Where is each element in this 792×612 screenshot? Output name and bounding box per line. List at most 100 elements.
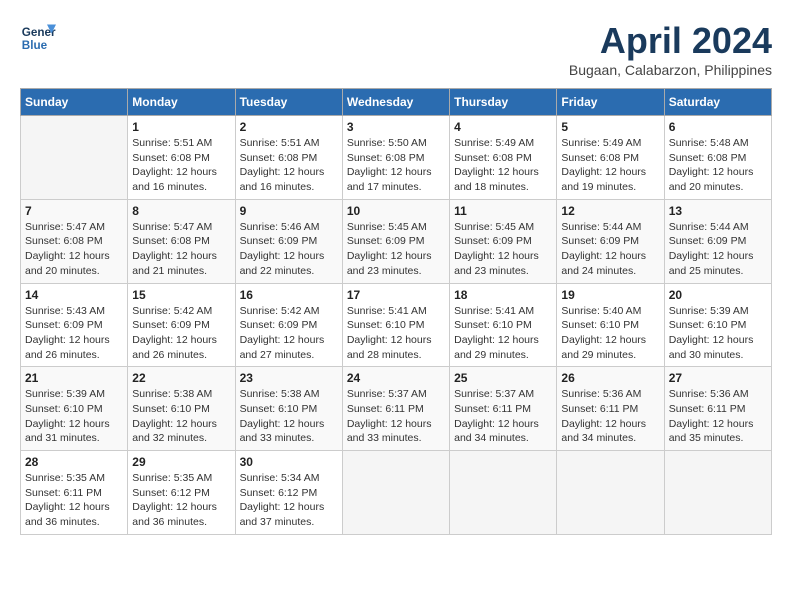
day-number: 12: [561, 204, 659, 218]
weekday-header-cell: Thursday: [450, 89, 557, 116]
calendar-cell: 16 Sunrise: 5:42 AM Sunset: 6:09 PM Dayli…: [235, 283, 342, 367]
month-title: April 2024: [569, 20, 772, 62]
day-info: Sunrise: 5:37 AM Sunset: 6:11 PM Dayligh…: [347, 387, 445, 446]
location-subtitle: Bugaan, Calabarzon, Philippines: [569, 62, 772, 78]
calendar-body: 1 Sunrise: 5:51 AM Sunset: 6:08 PM Daylig…: [21, 116, 772, 535]
day-number: 13: [669, 204, 767, 218]
day-info: Sunrise: 5:36 AM Sunset: 6:11 PM Dayligh…: [561, 387, 659, 446]
day-number: 11: [454, 204, 552, 218]
calendar-cell: 1 Sunrise: 5:51 AM Sunset: 6:08 PM Daylig…: [128, 116, 235, 200]
calendar-cell: 20 Sunrise: 5:39 AM Sunset: 6:10 PM Dayli…: [664, 283, 771, 367]
calendar-week-row: 14 Sunrise: 5:43 AM Sunset: 6:09 PM Dayli…: [21, 283, 772, 367]
logo-icon: General Blue: [20, 20, 56, 56]
day-number: 20: [669, 288, 767, 302]
weekday-header-cell: Wednesday: [342, 89, 449, 116]
calendar-cell: [450, 451, 557, 535]
day-number: 15: [132, 288, 230, 302]
day-number: 1: [132, 120, 230, 134]
day-info: Sunrise: 5:51 AM Sunset: 6:08 PM Dayligh…: [240, 136, 338, 195]
calendar-week-row: 7 Sunrise: 5:47 AM Sunset: 6:08 PM Daylig…: [21, 199, 772, 283]
day-info: Sunrise: 5:50 AM Sunset: 6:08 PM Dayligh…: [347, 136, 445, 195]
calendar-cell: 28 Sunrise: 5:35 AM Sunset: 6:11 PM Dayli…: [21, 451, 128, 535]
calendar-cell: 17 Sunrise: 5:41 AM Sunset: 6:10 PM Dayli…: [342, 283, 449, 367]
svg-text:Blue: Blue: [22, 39, 48, 52]
calendar-week-row: 21 Sunrise: 5:39 AM Sunset: 6:10 PM Dayli…: [21, 367, 772, 451]
weekday-header-cell: Saturday: [664, 89, 771, 116]
day-number: 26: [561, 371, 659, 385]
day-info: Sunrise: 5:41 AM Sunset: 6:10 PM Dayligh…: [347, 304, 445, 363]
day-number: 18: [454, 288, 552, 302]
day-number: 5: [561, 120, 659, 134]
day-number: 23: [240, 371, 338, 385]
calendar-cell: [342, 451, 449, 535]
calendar-cell: 21 Sunrise: 5:39 AM Sunset: 6:10 PM Dayli…: [21, 367, 128, 451]
day-number: 4: [454, 120, 552, 134]
calendar-cell: 12Sunrise: 5:44 AM Sunset: 6:09 PM Dayli…: [557, 199, 664, 283]
weekday-header-cell: Sunday: [21, 89, 128, 116]
day-info: Sunrise: 5:35 AM Sunset: 6:11 PM Dayligh…: [25, 471, 123, 530]
calendar-cell: 8 Sunrise: 5:47 AM Sunset: 6:08 PM Daylig…: [128, 199, 235, 283]
calendar-cell: 5 Sunrise: 5:49 AM Sunset: 6:08 PM Daylig…: [557, 116, 664, 200]
calendar-week-row: 28 Sunrise: 5:35 AM Sunset: 6:11 PM Dayli…: [21, 451, 772, 535]
day-info: Sunrise: 5:39 AM Sunset: 6:10 PM Dayligh…: [25, 387, 123, 446]
day-info: Sunrise: 5:47 AM Sunset: 6:08 PM Dayligh…: [132, 220, 230, 279]
day-number: 30: [240, 455, 338, 469]
calendar-cell: 22 Sunrise: 5:38 AM Sunset: 6:10 PM Dayli…: [128, 367, 235, 451]
day-number: 22: [132, 371, 230, 385]
logo: General Blue General Blue: [20, 20, 60, 56]
calendar-cell: 6 Sunrise: 5:48 AM Sunset: 6:08 PM Daylig…: [664, 116, 771, 200]
calendar-cell: [557, 451, 664, 535]
day-number: 6: [669, 120, 767, 134]
day-number: 2: [240, 120, 338, 134]
day-info: Sunrise: 5:42 AM Sunset: 6:09 PM Dayligh…: [240, 304, 338, 363]
weekday-header-row: SundayMondayTuesdayWednesdayThursdayFrid…: [21, 89, 772, 116]
calendar-week-row: 1 Sunrise: 5:51 AM Sunset: 6:08 PM Daylig…: [21, 116, 772, 200]
day-number: 16: [240, 288, 338, 302]
calendar-table: SundayMondayTuesdayWednesdayThursdayFrid…: [20, 88, 772, 535]
calendar-cell: 23 Sunrise: 5:38 AM Sunset: 6:10 PM Dayli…: [235, 367, 342, 451]
calendar-cell: 10Sunrise: 5:45 AM Sunset: 6:09 PM Dayli…: [342, 199, 449, 283]
calendar-cell: 15 Sunrise: 5:42 AM Sunset: 6:09 PM Dayli…: [128, 283, 235, 367]
day-info: Sunrise: 5:46 AM Sunset: 6:09 PM Dayligh…: [240, 220, 338, 279]
day-info: Sunrise: 5:39 AM Sunset: 6:10 PM Dayligh…: [669, 304, 767, 363]
day-number: 8: [132, 204, 230, 218]
calendar-cell: [664, 451, 771, 535]
day-number: 21: [25, 371, 123, 385]
day-number: 25: [454, 371, 552, 385]
day-number: 10: [347, 204, 445, 218]
calendar-cell: 30Sunrise: 5:34 AM Sunset: 6:12 PM Dayli…: [235, 451, 342, 535]
day-info: Sunrise: 5:38 AM Sunset: 6:10 PM Dayligh…: [132, 387, 230, 446]
day-info: Sunrise: 5:45 AM Sunset: 6:09 PM Dayligh…: [454, 220, 552, 279]
day-number: 9: [240, 204, 338, 218]
day-number: 19: [561, 288, 659, 302]
calendar-cell: 24Sunrise: 5:37 AM Sunset: 6:11 PM Dayli…: [342, 367, 449, 451]
calendar-cell: 13 Sunrise: 5:44 AM Sunset: 6:09 PM Dayli…: [664, 199, 771, 283]
calendar-cell: 29Sunrise: 5:35 AM Sunset: 6:12 PM Dayli…: [128, 451, 235, 535]
day-info: Sunrise: 5:42 AM Sunset: 6:09 PM Dayligh…: [132, 304, 230, 363]
day-number: 29: [132, 455, 230, 469]
calendar-cell: 2 Sunrise: 5:51 AM Sunset: 6:08 PM Daylig…: [235, 116, 342, 200]
day-info: Sunrise: 5:40 AM Sunset: 6:10 PM Dayligh…: [561, 304, 659, 363]
day-info: Sunrise: 5:41 AM Sunset: 6:10 PM Dayligh…: [454, 304, 552, 363]
day-info: Sunrise: 5:49 AM Sunset: 6:08 PM Dayligh…: [561, 136, 659, 195]
day-number: 14: [25, 288, 123, 302]
calendar-cell: 3Sunrise: 5:50 AM Sunset: 6:08 PM Daylig…: [342, 116, 449, 200]
calendar-cell: 18 Sunrise: 5:41 AM Sunset: 6:10 PM Dayli…: [450, 283, 557, 367]
calendar-cell: 25 Sunrise: 5:37 AM Sunset: 6:11 PM Dayli…: [450, 367, 557, 451]
day-number: 17: [347, 288, 445, 302]
calendar-cell: [21, 116, 128, 200]
day-info: Sunrise: 5:51 AM Sunset: 6:08 PM Dayligh…: [132, 136, 230, 195]
day-number: 28: [25, 455, 123, 469]
calendar-cell: 9 Sunrise: 5:46 AM Sunset: 6:09 PM Daylig…: [235, 199, 342, 283]
day-info: Sunrise: 5:43 AM Sunset: 6:09 PM Dayligh…: [25, 304, 123, 363]
calendar-cell: 4Sunrise: 5:49 AM Sunset: 6:08 PM Daylig…: [450, 116, 557, 200]
day-info: Sunrise: 5:38 AM Sunset: 6:10 PM Dayligh…: [240, 387, 338, 446]
calendar-cell: 27Sunrise: 5:36 AM Sunset: 6:11 PM Dayli…: [664, 367, 771, 451]
day-number: 7: [25, 204, 123, 218]
day-info: Sunrise: 5:48 AM Sunset: 6:08 PM Dayligh…: [669, 136, 767, 195]
day-info: Sunrise: 5:37 AM Sunset: 6:11 PM Dayligh…: [454, 387, 552, 446]
day-info: Sunrise: 5:44 AM Sunset: 6:09 PM Dayligh…: [669, 220, 767, 279]
calendar-cell: 26 Sunrise: 5:36 AM Sunset: 6:11 PM Dayli…: [557, 367, 664, 451]
day-info: Sunrise: 5:47 AM Sunset: 6:08 PM Dayligh…: [25, 220, 123, 279]
weekday-header-cell: Friday: [557, 89, 664, 116]
